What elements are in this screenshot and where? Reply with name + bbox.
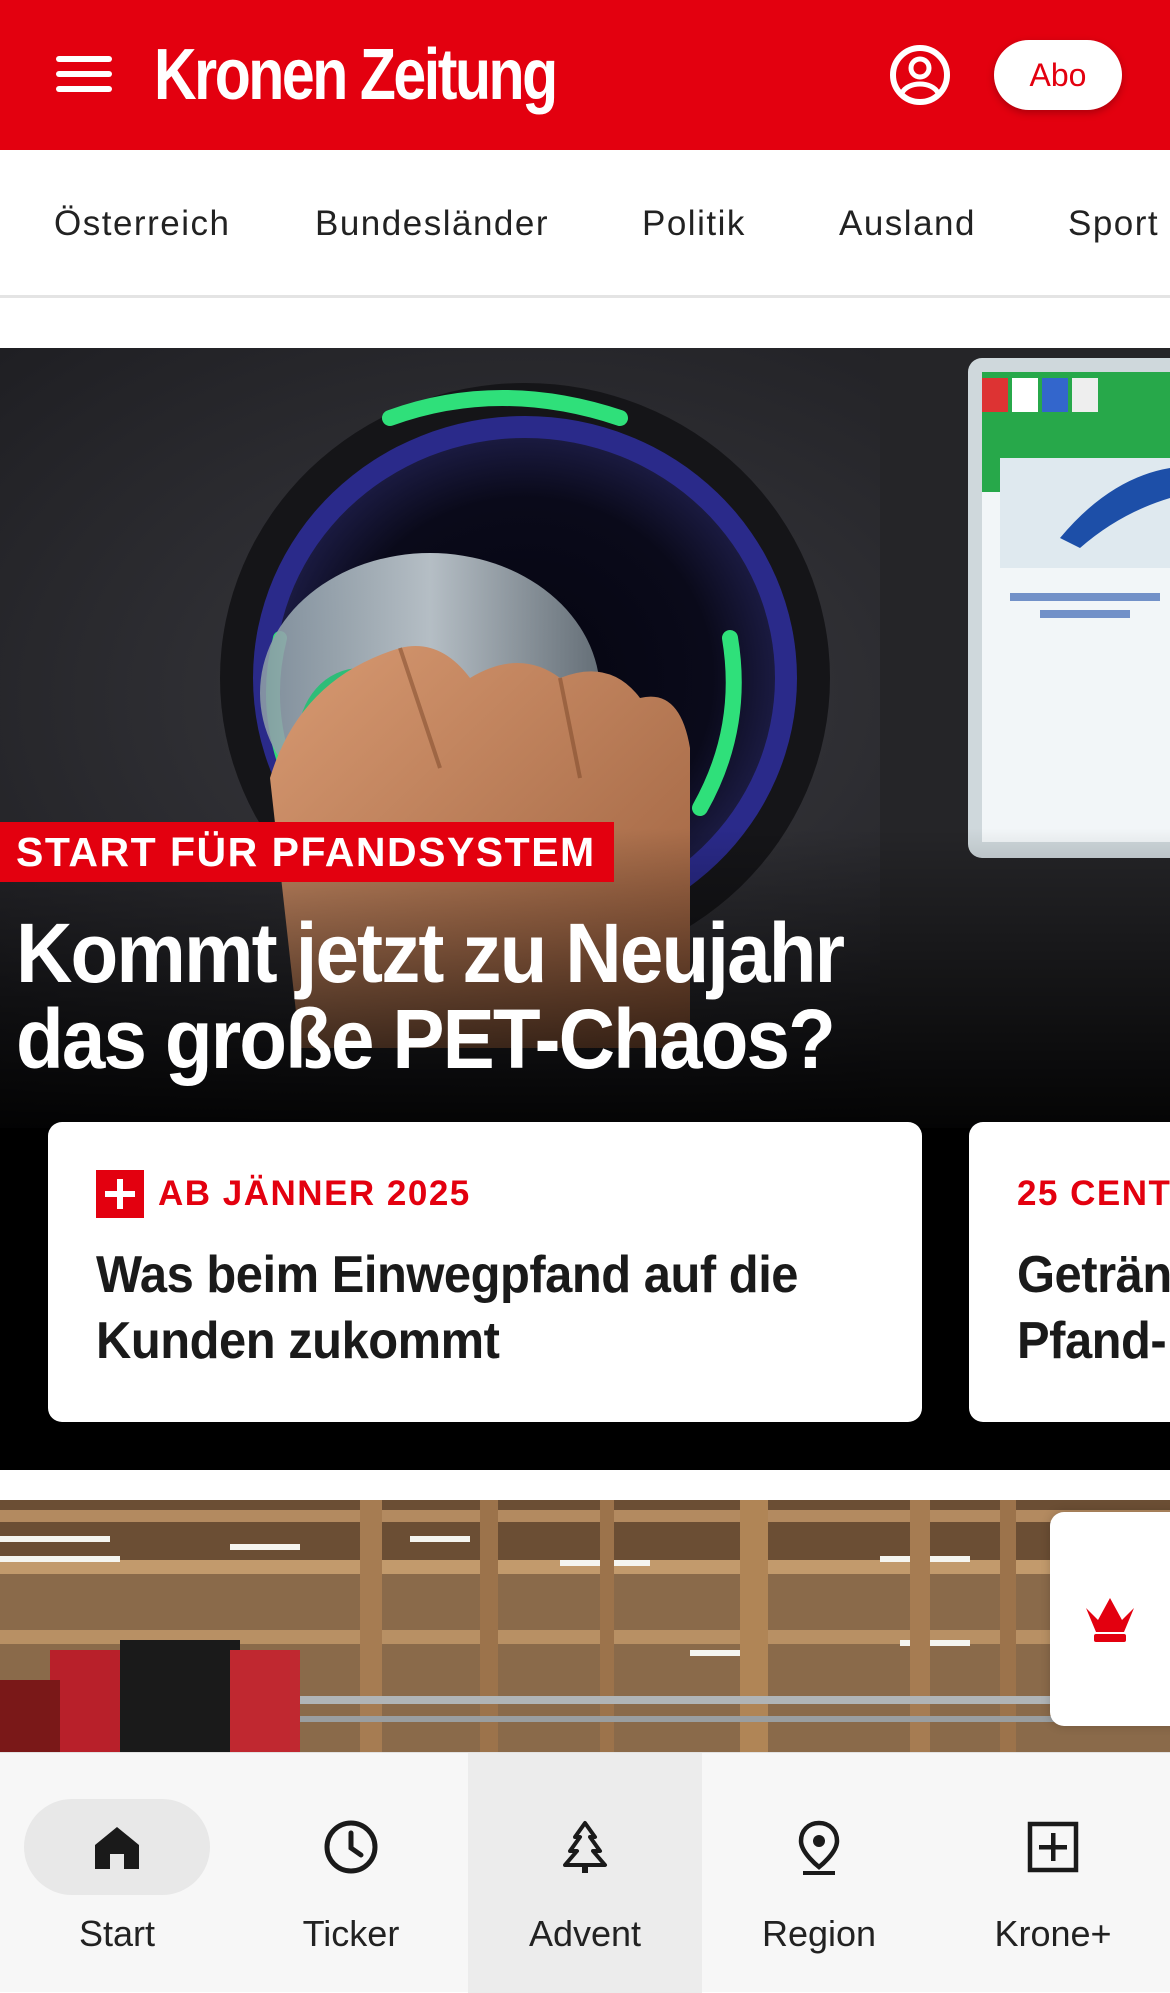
- barn-image: [0, 1500, 1170, 1752]
- bottom-navigation: Start Ticker Advent Region Krone+: [0, 1752, 1170, 1993]
- krone-plus-icon: [96, 1170, 144, 1218]
- tab-label: Region: [761, 1913, 877, 1954]
- related-article-card[interactable]: AB JÄNNER 2025 Was beim Einwegpfand auf …: [48, 1122, 922, 1422]
- card-kicker: AB JÄNNER 2025: [96, 1170, 471, 1218]
- tree-icon: [563, 1821, 607, 1873]
- category-nav: Österreich Bundesländer Politik Ausland …: [0, 150, 1170, 298]
- nav-item-bundeslaender[interactable]: Bundesländer: [315, 150, 549, 295]
- hero-headline-line1: Kommt jetzt zu Neujahr: [16, 906, 845, 1000]
- card-title-line1: Geträn: [1017, 1246, 1170, 1304]
- abo-button[interactable]: Abo: [994, 40, 1122, 110]
- nav-item-politik[interactable]: Politik: [642, 150, 746, 295]
- card-title-line1: Was beim Einwegpfand auf die: [96, 1246, 799, 1304]
- krone-crown-icon: [1086, 1598, 1134, 1642]
- plus-square-icon: [1027, 1821, 1079, 1873]
- tab-label: Krone+: [994, 1913, 1112, 1954]
- nav-item-ausland[interactable]: Ausland: [839, 150, 976, 295]
- tab-ticker[interactable]: Ticker: [234, 1753, 468, 1993]
- krone-floating-widget[interactable]: [1050, 1512, 1170, 1726]
- tab-region[interactable]: Region: [702, 1753, 936, 1993]
- card-kicker: 25 CENT: [1017, 1170, 1170, 1218]
- hero-kicker: START FÜR PFANDSYSTEM: [0, 822, 614, 882]
- tab-label: Advent: [528, 1913, 642, 1954]
- nav-item-oesterreich[interactable]: Österreich: [54, 150, 230, 295]
- nav-item-sport[interactable]: Sport: [1068, 150, 1159, 295]
- card-kicker-text: 25 CENT: [1017, 1174, 1170, 1213]
- hero-headline[interactable]: Kommt jetzt zu Neujahr das große PET-Cha…: [16, 910, 853, 1082]
- tab-label: Ticker: [302, 1913, 400, 1954]
- related-article-card[interactable]: 25 CENT Geträn Pfand-: [969, 1122, 1170, 1422]
- card-title-line2: Kunden zukommt: [96, 1312, 500, 1370]
- menu-icon[interactable]: [56, 52, 112, 96]
- home-icon: [95, 1827, 139, 1869]
- hero-article[interactable]: START FÜR PFANDSYSTEM Kommt jetzt zu Neu…: [0, 348, 1170, 1470]
- card-title: Geträn Pfand-: [1017, 1242, 1170, 1374]
- location-pin-icon: [798, 1820, 840, 1875]
- card-kicker-text: AB JÄNNER 2025: [158, 1174, 471, 1213]
- article-image-barn[interactable]: [0, 1500, 1170, 1752]
- hero-headline-line2: das große PET-Chaos?: [16, 992, 836, 1086]
- card-title-line2: Pfand-: [1017, 1312, 1167, 1370]
- kronen-zeitung-logo[interactable]: Kronen Zeitung: [154, 30, 558, 120]
- tab-start[interactable]: Start: [0, 1753, 234, 1993]
- card-title: Was beim Einwegpfand auf die Kunden zuko…: [96, 1242, 799, 1374]
- tab-advent[interactable]: Advent: [468, 1753, 702, 1993]
- clock-icon: [324, 1820, 378, 1874]
- user-account-icon[interactable]: [888, 43, 952, 107]
- tab-label: Start: [78, 1913, 156, 1954]
- top-header: Kronen Zeitung Abo: [0, 0, 1170, 150]
- tab-krone-plus[interactable]: Krone+: [936, 1753, 1170, 1993]
